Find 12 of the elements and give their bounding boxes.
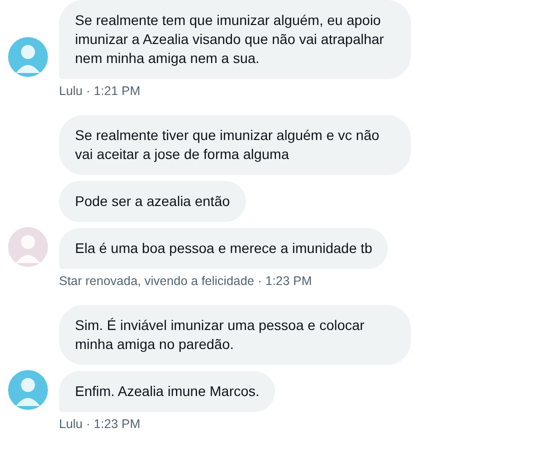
message-meta: Lulu · 1:23 PM (59, 417, 142, 431)
message-meta: Star renovada, vivendo a felicidade · 1:23 PM (59, 274, 313, 288)
message-meta: Lulu · 1:21 PM (59, 84, 142, 98)
message-bubble: Se realmente tiver que imunizar alguém e vc não vai aceitar a jose de forma alguma (59, 115, 411, 175)
message-bubble: Pode ser a azealia então (59, 181, 246, 222)
message-bubble: Se realmente tem que imunizar alguém, eu apoio imunizar a Azealia visando que não vai atrapalhar nem minha amiga nem a sua. (59, 0, 411, 79)
avatar (8, 370, 48, 410)
message-bubble: Sim. É inviável imunizar uma pessoa e colocar minha amiga no paredão. (59, 305, 411, 365)
avatar (8, 37, 48, 77)
avatar (8, 227, 48, 267)
message-bubble: Ela é uma boa pessoa e merece a imunidade tb (59, 228, 388, 269)
message-bubble: Enfim. Azealia imune Marcos. (59, 371, 276, 412)
